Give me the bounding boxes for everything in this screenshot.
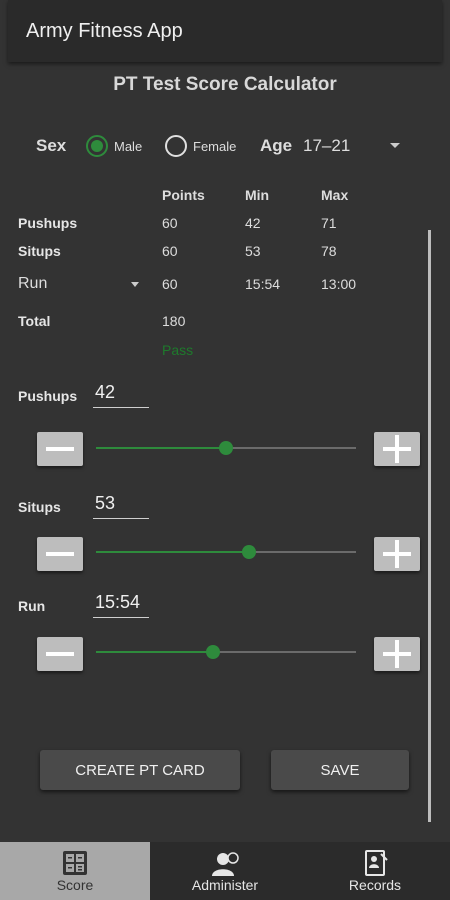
pushups-points: 60 (162, 215, 178, 231)
pushups-plus-button[interactable] (374, 432, 420, 466)
app-bar: Army Fitness App (8, 0, 442, 62)
run-min: 15:54 (245, 276, 281, 292)
scrollbar[interactable] (428, 230, 431, 822)
nav-tab-administer[interactable]: Administer (150, 842, 300, 900)
pushups-minus-button[interactable] (37, 432, 83, 466)
female-label[interactable]: Female (193, 139, 236, 154)
minus-icon (46, 652, 74, 656)
pushups-slider[interactable] (96, 441, 356, 455)
run-max: 13:00 (321, 276, 357, 292)
run-input[interactable]: 15:54 (93, 592, 149, 618)
male-label[interactable]: Male (114, 139, 142, 154)
run-control-label: Run (18, 598, 46, 614)
run-slider-thumb[interactable] (206, 645, 220, 659)
total-value: 180 (162, 313, 186, 329)
create-pt-card-button[interactable]: CREATE PT CARD (40, 750, 240, 790)
run-plus-button[interactable] (374, 637, 420, 671)
nav-tab-score[interactable]: Score (0, 842, 150, 900)
minus-icon (46, 447, 74, 451)
sex-age-row: Sex Male Female Age 17–21 (0, 132, 450, 162)
pushups-slider-thumb[interactable] (219, 441, 233, 455)
header-min: Min (245, 187, 270, 203)
situps-min: 53 (245, 243, 261, 259)
pushups-min: 42 (245, 215, 261, 231)
run-dropdown-icon[interactable] (131, 282, 139, 287)
run-slider[interactable] (96, 645, 356, 659)
page-title: PT Test Score Calculator (113, 74, 337, 95)
save-button[interactable]: SAVE (271, 750, 409, 790)
situps-plus-button[interactable] (374, 537, 420, 571)
total-label: Total (18, 313, 51, 329)
nav-tab-records[interactable]: Records (300, 842, 450, 900)
sex-label: Sex (36, 136, 67, 155)
person-icon (212, 852, 239, 876)
app-title: Army Fitness App (26, 19, 183, 42)
row-label-situps: Situps (18, 243, 61, 259)
male-radio[interactable] (86, 135, 108, 157)
minus-icon (46, 552, 74, 556)
age-label: Age (260, 136, 293, 155)
pushups-input[interactable]: 42 (93, 382, 149, 408)
age-select[interactable]: 17–21 (303, 136, 350, 156)
run-points: 60 (162, 276, 178, 292)
calculator-icon (63, 851, 87, 875)
pushups-max: 71 (321, 215, 337, 231)
age-dropdown-icon[interactable] (390, 143, 400, 148)
run-type-select[interactable]: Run (18, 275, 47, 293)
header-max: Max (321, 187, 349, 203)
nav-label-records: Records (348, 877, 402, 893)
row-label-pushups: Pushups (18, 215, 78, 231)
situps-max: 78 (321, 243, 337, 259)
situps-control-label: Situps (18, 499, 61, 515)
nav-label-score: Score (56, 877, 94, 893)
pushups-control-label: Pushups (18, 388, 78, 404)
female-radio[interactable] (165, 135, 187, 157)
situps-minus-button[interactable] (37, 537, 83, 571)
nav-label-administer: Administer (191, 877, 259, 893)
situps-input[interactable]: 53 (93, 493, 149, 519)
situps-slider-thumb[interactable] (242, 545, 257, 559)
bottom-nav: Score Administer Records (0, 842, 450, 900)
run-minus-button[interactable] (37, 637, 83, 671)
header-points: Points (162, 187, 205, 203)
situps-slider[interactable] (96, 545, 356, 559)
result-status: Pass (162, 342, 194, 358)
situps-points: 60 (162, 243, 178, 259)
document-icon (365, 850, 388, 876)
